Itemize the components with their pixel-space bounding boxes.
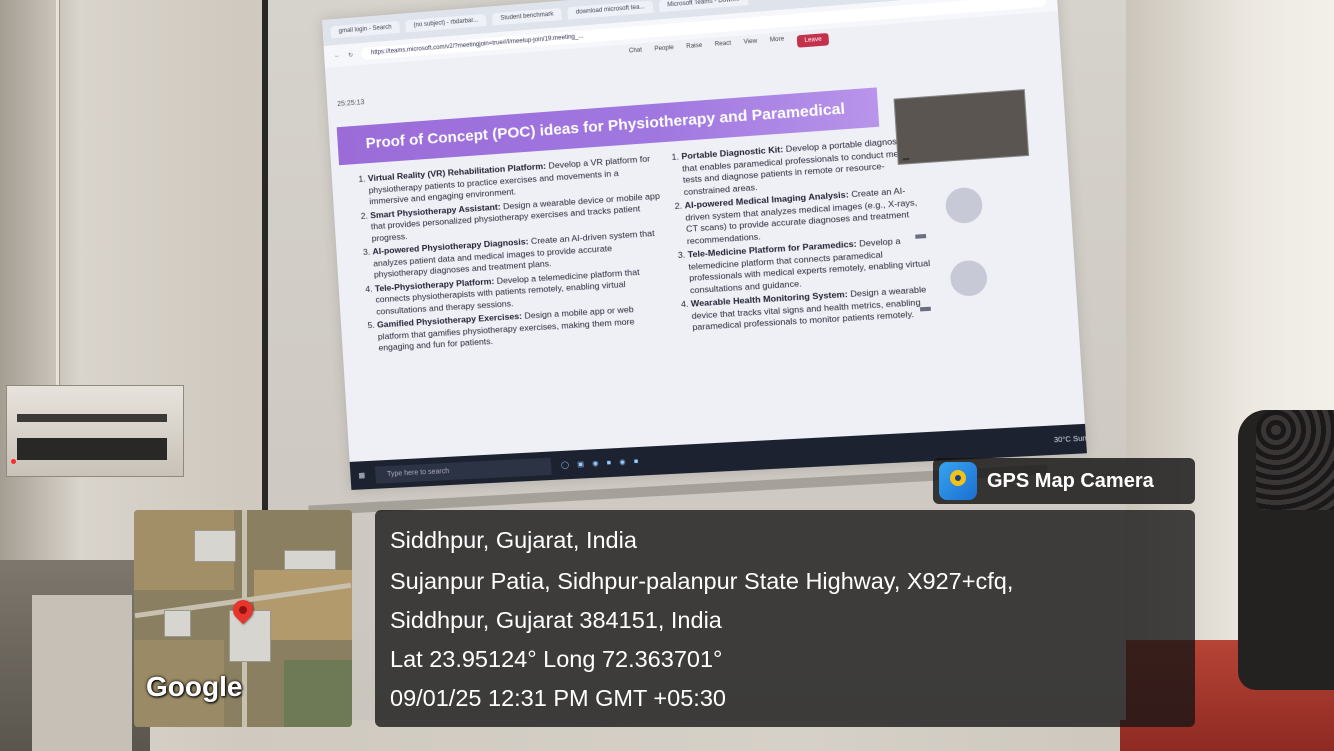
leave-button[interactable]: Leave [796,32,830,48]
map-building [229,610,271,662]
address-line-1: Sujanpur Patia, Sidhpur-palanpur State H… [390,568,1014,594]
coordinates: Lat 23.95124° Long 72.363701° [390,646,723,672]
map-building [194,530,236,562]
projected-slide: gmail login - Search (no subject) - rbda… [322,0,1087,490]
map-building [284,550,336,570]
browser-tab[interactable]: Microsoft Teams - Down... [658,0,749,13]
participant-label [915,233,927,239]
device-slot [17,414,167,422]
device-led [11,459,16,464]
browser-tab[interactable]: Student benchmark [491,7,562,26]
taskbar-search[interactable]: Type here to search [374,457,552,484]
google-map-logo: Google [146,671,243,702]
participant-label [919,306,931,312]
device-panel [17,438,167,460]
slide-right-column: Portable Diagnostic Kit: Develop a porta… [667,134,937,337]
wall-mounted-device [6,385,184,477]
participant-avatar[interactable] [944,186,984,225]
place-name: Siddhpur, Gujarat, India [390,527,637,553]
chat-tool[interactable]: Chat [629,47,643,60]
browser-tab[interactable]: download microsoft tea... [567,0,654,20]
chair-pattern [1256,410,1334,510]
gps-map-camera-badge: GPS Map Camera [933,458,1195,504]
map-building [164,610,191,637]
wall-cable [56,0,59,395]
gps-camera-logo-icon [939,462,977,500]
people-tool[interactable]: People [654,45,674,59]
meeting-timer: 25:25:13 [337,99,365,109]
more-tool[interactable]: More [770,36,785,49]
date-time: 09/01/25 12:31 PM GMT +05:30 [390,685,726,711]
back-arrow-icon[interactable]: ← [334,53,340,59]
browser-tab[interactable]: gmail login - Search [330,20,400,39]
participant-name-tag [902,157,910,161]
windows-start-icon[interactable]: ▦ [358,471,365,479]
view-tool[interactable]: View [744,38,758,51]
map-vegetation [284,660,352,727]
reload-icon[interactable]: ↻ [348,51,353,58]
address-line-2: Siddhpur, Gujarat 384151, India [390,607,722,633]
badge-label: GPS Map Camera [987,469,1154,492]
browser-tab[interactable]: (no subject) - rbdarbar... [405,13,487,33]
raise-tool[interactable]: Raise [686,43,703,57]
podium-panel [32,595,132,751]
taskbar-weather: 30°C Sunny [1053,434,1087,444]
taskbar-app-icons[interactable]: ◯▣◉■◉■ [561,457,647,469]
slide-left-column: Virtual Reality (VR) Rehabilitation Plat… [354,153,671,357]
participant-avatar[interactable] [949,259,989,298]
participant-video-tile[interactable] [893,89,1030,165]
react-tool[interactable]: React [715,40,732,54]
